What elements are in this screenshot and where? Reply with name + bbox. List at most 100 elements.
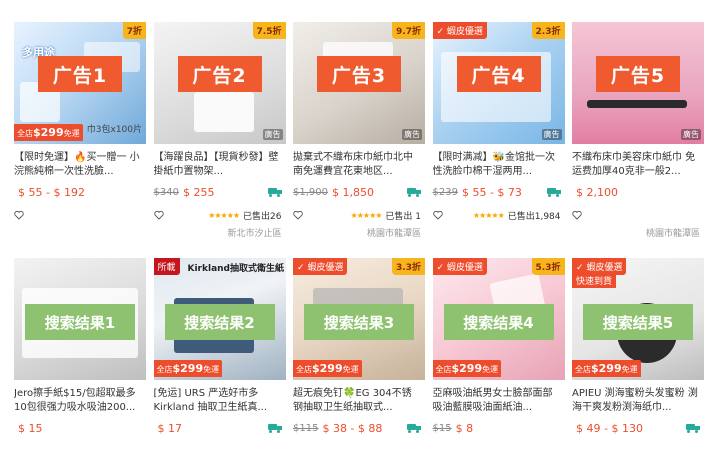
free-shipping-icon — [686, 423, 700, 433]
ad-mark: 廣告 — [402, 129, 422, 140]
product-card[interactable]: 9.7折 广告3 廣告 拋棄式不織布床巾紙巾北中南免運費宜花東地区... $1,… — [293, 22, 425, 239]
price-row: $ 49 - $ 130 — [572, 420, 704, 436]
product-title[interactable]: 亞麻吸油紙男女士臉部面部吸油藍膜吸油面紙油... — [433, 387, 565, 415]
product-title[interactable]: 【海躍良品】【現貨秒發】壁掛紙巾置物架... — [154, 151, 286, 179]
search-result-label: 搜索结果5 — [583, 304, 693, 340]
price: $ 2,100 — [576, 185, 618, 199]
search-result-label: 搜索结果4 — [443, 304, 554, 340]
product-image[interactable]: ✓ 蝦皮優選 5.3折 搜索结果4 全店$299免運 — [432, 258, 565, 380]
product-title[interactable]: 不織布床巾美容床巾紙巾 免运费加厚40克非一般2... — [572, 151, 704, 179]
sold-count: 已售出 1 — [385, 211, 421, 222]
search-result-label: 搜索结果2 — [164, 304, 275, 340]
price-row: $239 $ 55 - $ 73 — [433, 184, 565, 200]
product-card[interactable]: 搜索结果1 Jero擦手紙$15/包超取最多10包很强力吸水吸油200... $… — [14, 258, 146, 473]
free-shipping-badge: 全店$299免運 — [432, 360, 502, 377]
price: $ 55 - $ 192 — [18, 185, 85, 199]
product-title[interactable]: 【限时免運】🔥买一贈一 小浣熊純棉一次性洗臉... — [14, 151, 146, 179]
free-shipping-icon — [267, 423, 282, 433]
product-image[interactable]: 多用途 7折 广告1 全店$299免運 巾3包x100片 — [14, 22, 146, 144]
product-image[interactable]: 搜索结果1 — [14, 258, 146, 380]
search-results-row: 搜索结果1 Jero擦手紙$15/包超取最多10包很强力吸水吸油200... $… — [14, 258, 704, 473]
free-shipping-badge: 全店$299免運 — [153, 360, 223, 377]
price-row: $15 $ 8 — [433, 420, 565, 436]
shop-location: 桃園市龍潭區 — [645, 229, 700, 239]
image-side-text: 巾3包x100片 — [86, 125, 142, 135]
price: $ 38 - $ 88 — [322, 421, 383, 435]
heart-icon[interactable] — [293, 210, 303, 220]
product-title[interactable]: 拋棄式不織布床巾紙巾北中南免運費宜花東地区... — [293, 151, 425, 179]
shop-location: 新北市汐止區 — [227, 229, 282, 239]
product-image[interactable]: 7.5折 广告2 廣告 — [153, 22, 286, 144]
price-row: $ 15 — [14, 420, 146, 436]
meta-row: ★★★★★ 已售出26 — [153, 208, 286, 222]
original-price: $115 — [293, 422, 319, 434]
discount-tag: 7.5折 — [252, 22, 286, 39]
heart-icon[interactable] — [572, 210, 582, 220]
discount-tag: 2.3折 — [531, 22, 565, 39]
product-image-shape — [193, 92, 254, 132]
product-card[interactable]: 多用途 7折 广告1 全店$299免運 巾3包x100片 【限时免運】🔥买一贈一… — [14, 22, 146, 237]
product-image[interactable]: ✓ 蝦皮優選 快速到貨 搜索结果5 全店$299免運 — [572, 258, 704, 380]
ad-label: 广告5 — [596, 56, 680, 92]
price: $ 49 - $ 130 — [576, 421, 643, 435]
product-card[interactable]: ✓ 蝦皮優選 快速到貨 搜索结果5 全店$299免運 APIEU 渕海蜜粉头发蜜… — [572, 258, 704, 473]
price: $ 55 - $ 73 — [461, 185, 522, 199]
price-row: $1,900 $ 1,850 — [293, 184, 425, 200]
free-shipping-badge: 全店$299免運 — [14, 124, 83, 141]
product-card[interactable]: ✓ 蝦皮優選 2.3折 广告4 廣告 【限时满减】🐝金馆批一次性洗脸巾棉干湿两用… — [432, 22, 565, 238]
original-price: $239 — [432, 186, 458, 198]
shop-location: 桃園市龍潭區 — [366, 229, 421, 239]
product-image-shape — [587, 100, 687, 108]
product-card[interactable]: 广告5 廣告 不織布床巾美容床巾紙巾 免运费加厚40克非一般2... $ 2,1… — [572, 22, 704, 239]
ad-label: 广告4 — [456, 56, 541, 92]
discount-tag: 3.3折 — [392, 258, 425, 275]
product-image[interactable]: ✓ 蝦皮優選 3.3折 搜索结果3 全店$299免運 — [293, 258, 425, 380]
promo-tag: 所載 — [153, 258, 180, 275]
heart-icon[interactable] — [432, 210, 443, 220]
product-image[interactable]: ✓ 蝦皮優選 2.3折 广告4 廣告 — [432, 22, 565, 144]
product-image[interactable]: Kirkland抽取式衛生紙 所載 搜索结果2 全店$299免運 — [153, 258, 286, 380]
rating-stars: ★★★★★ — [472, 210, 505, 220]
free-shipping-icon — [407, 423, 421, 433]
price-row: $115 $ 38 - $ 88 — [293, 420, 425, 436]
image-caption: Kirkland抽取式衛生紙 — [187, 264, 285, 274]
shop-location — [433, 226, 565, 238]
rating-stars: ★★★★★ — [350, 210, 383, 220]
free-shipping-badge: 全店$299免運 — [572, 360, 641, 377]
free-shipping-badge: 全店$299免運 — [293, 360, 362, 377]
heart-icon[interactable] — [14, 210, 24, 220]
discount-tag: 9.7折 — [392, 22, 425, 39]
search-result-label: 搜索结果3 — [304, 304, 414, 340]
shopee-choice-tag: ✓ 蝦皮優選 — [432, 258, 487, 275]
free-shipping-icon — [546, 187, 561, 197]
price: $ 15 — [18, 421, 43, 435]
search-result-label: 搜索结果1 — [25, 304, 135, 340]
free-shipping-icon — [267, 187, 282, 197]
sold-count: 已售出1,984 — [507, 211, 561, 222]
product-card[interactable]: ✓ 蝦皮優選 3.3折 搜索结果3 全店$299免運 超无痕免钉🍀EG 304不… — [293, 258, 425, 473]
sold-count: 已售出26 — [243, 211, 282, 222]
product-title[interactable]: 【限时满减】🐝金馆批一次性洗脸巾棉干湿两用... — [433, 151, 565, 179]
product-card[interactable]: 7.5折 广告2 廣告 【海躍良品】【現貨秒發】壁掛紙巾置物架... $340 … — [153, 22, 286, 239]
price-row: $ 2,100 — [572, 184, 704, 200]
product-title[interactable]: [免运] URS 严选好市多 Kirkland 抽取卫生紙真... — [154, 387, 286, 415]
original-price: $340 — [153, 186, 179, 198]
ad-label: 广告1 — [38, 56, 122, 92]
product-image[interactable]: 9.7折 广告3 廣告 — [293, 22, 425, 144]
product-title[interactable]: 超无痕免钉🍀EG 304不锈钢抽取卫生纸抽取式... — [293, 387, 425, 415]
original-price: $15 — [432, 422, 452, 434]
heart-icon[interactable] — [153, 210, 164, 220]
free-shipping-icon — [407, 187, 421, 197]
ad-mark: 廣告 — [541, 129, 562, 140]
product-card[interactable]: Kirkland抽取式衛生紙 所載 搜索结果2 全店$299免運 [免运] UR… — [153, 258, 286, 473]
ad-products-row: 多用途 7折 广告1 全店$299免運 巾3包x100片 【限时免運】🔥买一贈一… — [14, 22, 704, 239]
product-title[interactable]: Jero擦手紙$15/包超取最多10包很强力吸水吸油200... — [14, 387, 146, 415]
price: $ 1,850 — [332, 185, 374, 199]
product-card[interactable]: ✓ 蝦皮優選 5.3折 搜索结果4 全店$299免運 亞麻吸油紙男女士臉部面部吸… — [432, 258, 565, 473]
product-image[interactable]: 广告5 廣告 — [572, 22, 704, 144]
meta-row — [572, 208, 704, 222]
discount-tag: 5.3折 — [531, 258, 565, 275]
price: $ 255 — [182, 185, 215, 199]
product-title[interactable]: APIEU 渕海蜜粉头发蜜粉 渕海干爽发粉渕海纸巾... — [572, 387, 704, 415]
fast-delivery-tag: 快速到貨 — [572, 273, 617, 288]
